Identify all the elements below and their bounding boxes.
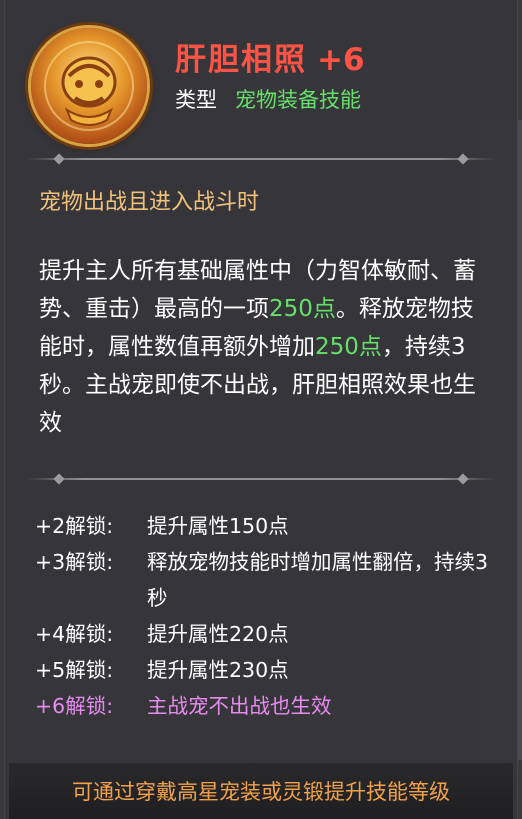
divider-middle: [27, 478, 495, 480]
unlock-text: 主战宠不出战也生效: [147, 694, 332, 718]
unlock-item-special: +6解锁: 主战宠不出战也生效: [35, 688, 505, 724]
description-value: 250点: [315, 334, 382, 360]
unlock-text: 释放宠物技能时增加属性翻倍，持续3秒: [147, 550, 489, 610]
title-row: 肝胆相照 +6: [175, 34, 365, 79]
footer-text: 可通过穿戴高星宠装或灵锻提升技能等级: [72, 780, 450, 804]
unlock-label: +6解锁:: [35, 694, 114, 718]
unlock-item: +2解锁: 提升属性150点: [35, 508, 505, 544]
unlock-text: 提升属性220点: [147, 622, 289, 646]
type-row: 类型 宠物装备技能: [175, 84, 361, 114]
unlock-label: +5解锁:: [35, 658, 114, 682]
skill-level: +6: [317, 42, 365, 78]
trigger-condition: 宠物出战且进入战斗时: [39, 190, 260, 215]
divider-top: [27, 158, 495, 160]
unlock-item: +4解锁: 提升属性220点: [35, 616, 505, 652]
skill-tooltip: 肝胆相照 +6 类型 宠物装备技能 宠物出战且进入战斗时 提升主人所有基础属性中…: [4, 0, 518, 819]
unlock-item: +3解锁: 释放宠物技能时增加属性翻倍，持续3秒: [35, 544, 505, 616]
unlock-label: +4解锁:: [35, 622, 114, 646]
unlock-text: 提升属性230点: [147, 658, 289, 682]
type-value: 宠物装备技能: [235, 88, 361, 112]
skill-description: 提升主人所有基础属性中（力智体敏耐、蓄势、重击）最高的一项250点。释放宠物技能…: [39, 252, 495, 442]
skill-icon: [31, 28, 147, 144]
unlock-label: +3解锁:: [35, 550, 114, 574]
skill-name: 肝胆相照: [175, 42, 307, 78]
unlock-label: +2解锁:: [35, 514, 114, 538]
unlock-list: +2解锁: 提升属性150点 +3解锁: 释放宠物技能时增加属性翻倍，持续3秒 …: [35, 508, 505, 724]
lion-emblem-icon: [44, 41, 134, 131]
type-label: 类型: [175, 88, 217, 112]
description-value: 250点: [269, 296, 336, 322]
footer-hint: 可通过穿戴高星宠装或灵锻提升技能等级: [9, 763, 513, 819]
unlock-text: 提升属性150点: [147, 514, 289, 538]
unlock-item: +5解锁: 提升属性230点: [35, 652, 505, 688]
